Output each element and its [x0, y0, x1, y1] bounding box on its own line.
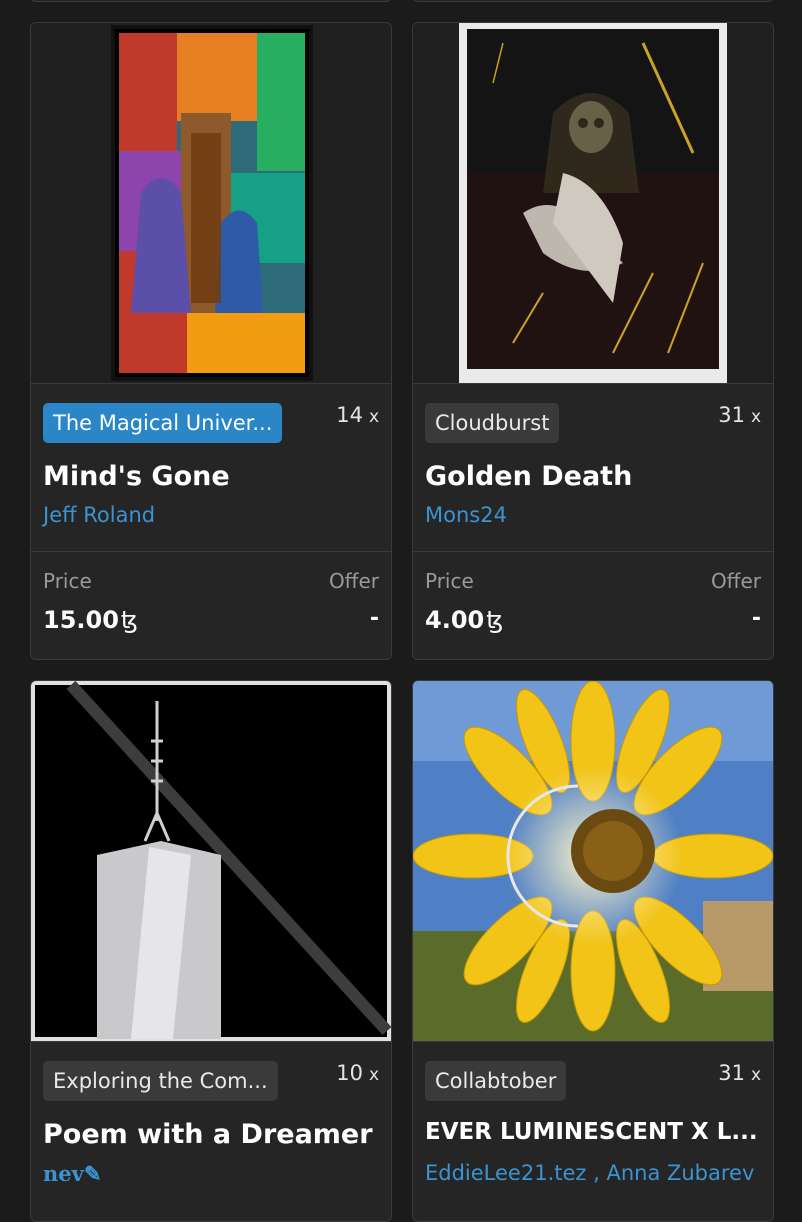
nft-card[interactable]: Cloudburst 31 x Golden Death Mons24 Price… [412, 22, 774, 660]
collection-badge[interactable]: Cloudburst [425, 403, 560, 443]
collection-badge[interactable]: Collabtober [425, 1061, 567, 1101]
price-label: Price [43, 569, 92, 593]
artwork-ever-luminescent [413, 681, 773, 1041]
edition-count: 31 x [718, 1061, 761, 1085]
previous-card-edge [412, 0, 774, 2]
collection-badge[interactable]: The Magical Univer... [43, 403, 283, 443]
nft-card[interactable]: The Magical Univer... 14 x Mind's Gone Je… [30, 22, 392, 660]
edition-count: 14 x [336, 403, 379, 427]
artwork-image[interactable] [413, 23, 773, 383]
artwork-title[interactable]: Mind's Gone [43, 461, 230, 492]
offer-label: Offer [710, 569, 761, 593]
artwork-image[interactable] [31, 681, 391, 1041]
nft-card[interactable]: Exploring the Com... 10 x Poem with a Dre… [30, 680, 392, 1222]
artist-link[interactable]: Mons24 [425, 503, 507, 527]
offer-value: - [369, 606, 379, 631]
edition-count: 10 x [336, 1061, 379, 1085]
artwork-title[interactable]: EVER LUMINESCENT X L... [425, 1119, 758, 1145]
artwork-image[interactable] [31, 23, 391, 383]
artist-link[interactable]: nev✎ [43, 1161, 101, 1186]
tezos-icon: ꜩ [120, 606, 138, 634]
edition-count: 31 x [718, 403, 761, 427]
artist-link[interactable]: Jeff Roland [43, 503, 155, 527]
price-value: 15.00ꜩ [43, 606, 138, 634]
nft-card[interactable]: Collabtober 31 x EVER LUMINESCENT X L... … [412, 680, 774, 1222]
artwork-golden-death [459, 23, 727, 383]
artwork-title[interactable]: Poem with a Dreamer [43, 1119, 373, 1150]
artwork-mind-s-gone [111, 25, 313, 381]
price-value: 4.00ꜩ [425, 606, 504, 634]
artwork-image[interactable] [413, 681, 773, 1041]
artwork-poem-with-a-dreamer [31, 681, 391, 1041]
previous-card-edge [30, 0, 392, 2]
artist-link[interactable]: EddieLee21.tez , Anna Zubarev [425, 1161, 754, 1185]
artwork-title[interactable]: Golden Death [425, 461, 632, 492]
price-label: Price [425, 569, 474, 593]
offer-value: - [751, 606, 761, 631]
tezos-icon: ꜩ [486, 606, 504, 634]
offer-label: Offer [328, 569, 379, 593]
collection-badge[interactable]: Exploring the Com... [43, 1061, 278, 1101]
